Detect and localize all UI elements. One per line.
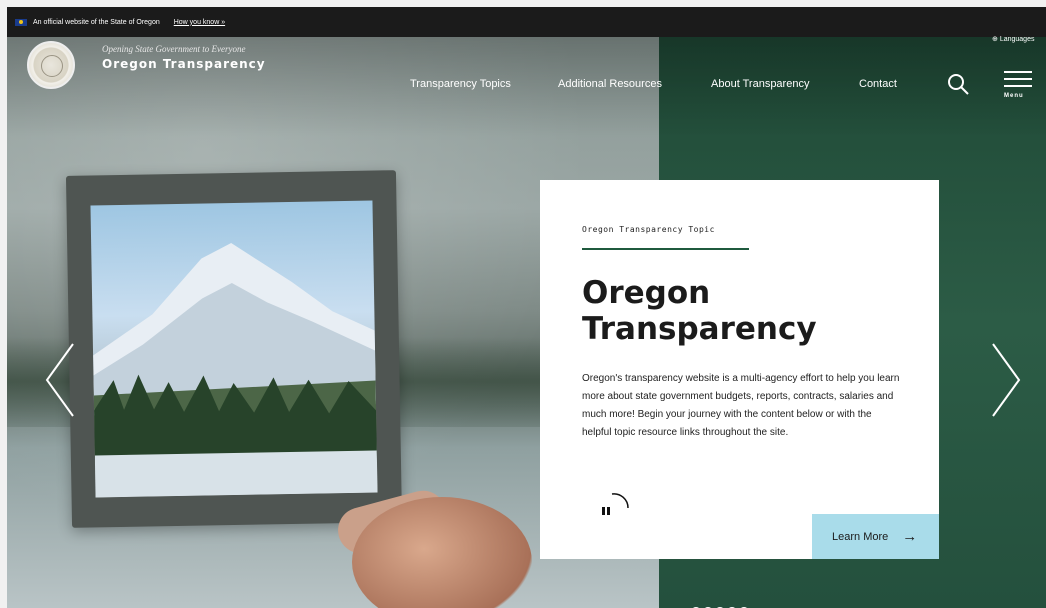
chevron-left-icon[interactable] xyxy=(45,342,75,418)
learn-more-label: Learn More xyxy=(832,530,889,543)
menu-label: Menu xyxy=(1004,93,1024,99)
learn-more-button[interactable]: Learn More → xyxy=(812,514,939,559)
nav-about-transparency[interactable]: About Transparency xyxy=(711,78,809,90)
slide-description: Oregon's transparency website is a multi… xyxy=(582,373,900,438)
search-icon[interactable] xyxy=(947,73,969,95)
slide-kicker: Oregon Transparency Topic xyxy=(582,225,715,234)
languages-selector[interactable]: ⊕ Languages xyxy=(992,35,1034,43)
nav-contact[interactable]: Contact xyxy=(859,78,897,90)
pause-icon[interactable] xyxy=(600,490,630,520)
slide-title: Oregon Transparency xyxy=(582,275,817,347)
hamburger-icon xyxy=(1004,71,1032,73)
nav-transparency-topics[interactable]: Transparency Topics xyxy=(410,78,511,90)
nav-additional-resources[interactable]: Additional Resources xyxy=(558,78,662,90)
menu-button[interactable]: Menu xyxy=(1004,69,1034,103)
site-tagline: Opening State Government to Everyone xyxy=(102,44,246,54)
polaroid-photo-frame xyxy=(65,170,403,528)
site-name[interactable]: Oregon Transparency xyxy=(102,57,266,71)
hero-slide-card: Oregon Transparency Topic Oregon Transpa… xyxy=(540,180,939,559)
site-header: Opening State Government to Everyone Ore… xyxy=(7,7,1046,99)
hero-carousel: Oregon Transparency Topic Oregon Transpa… xyxy=(7,37,1046,608)
kicker-underline xyxy=(582,248,749,250)
languages-label: Languages xyxy=(999,36,1035,43)
arrow-right-icon: → xyxy=(902,528,918,545)
globe-icon: ⊕ xyxy=(992,36,998,43)
oregon-state-seal-logo[interactable] xyxy=(27,41,75,89)
page-frame: An official website of the State of Oreg… xyxy=(7,7,1046,608)
mountain-photo xyxy=(90,200,378,498)
chevron-right-icon[interactable] xyxy=(991,342,1021,418)
